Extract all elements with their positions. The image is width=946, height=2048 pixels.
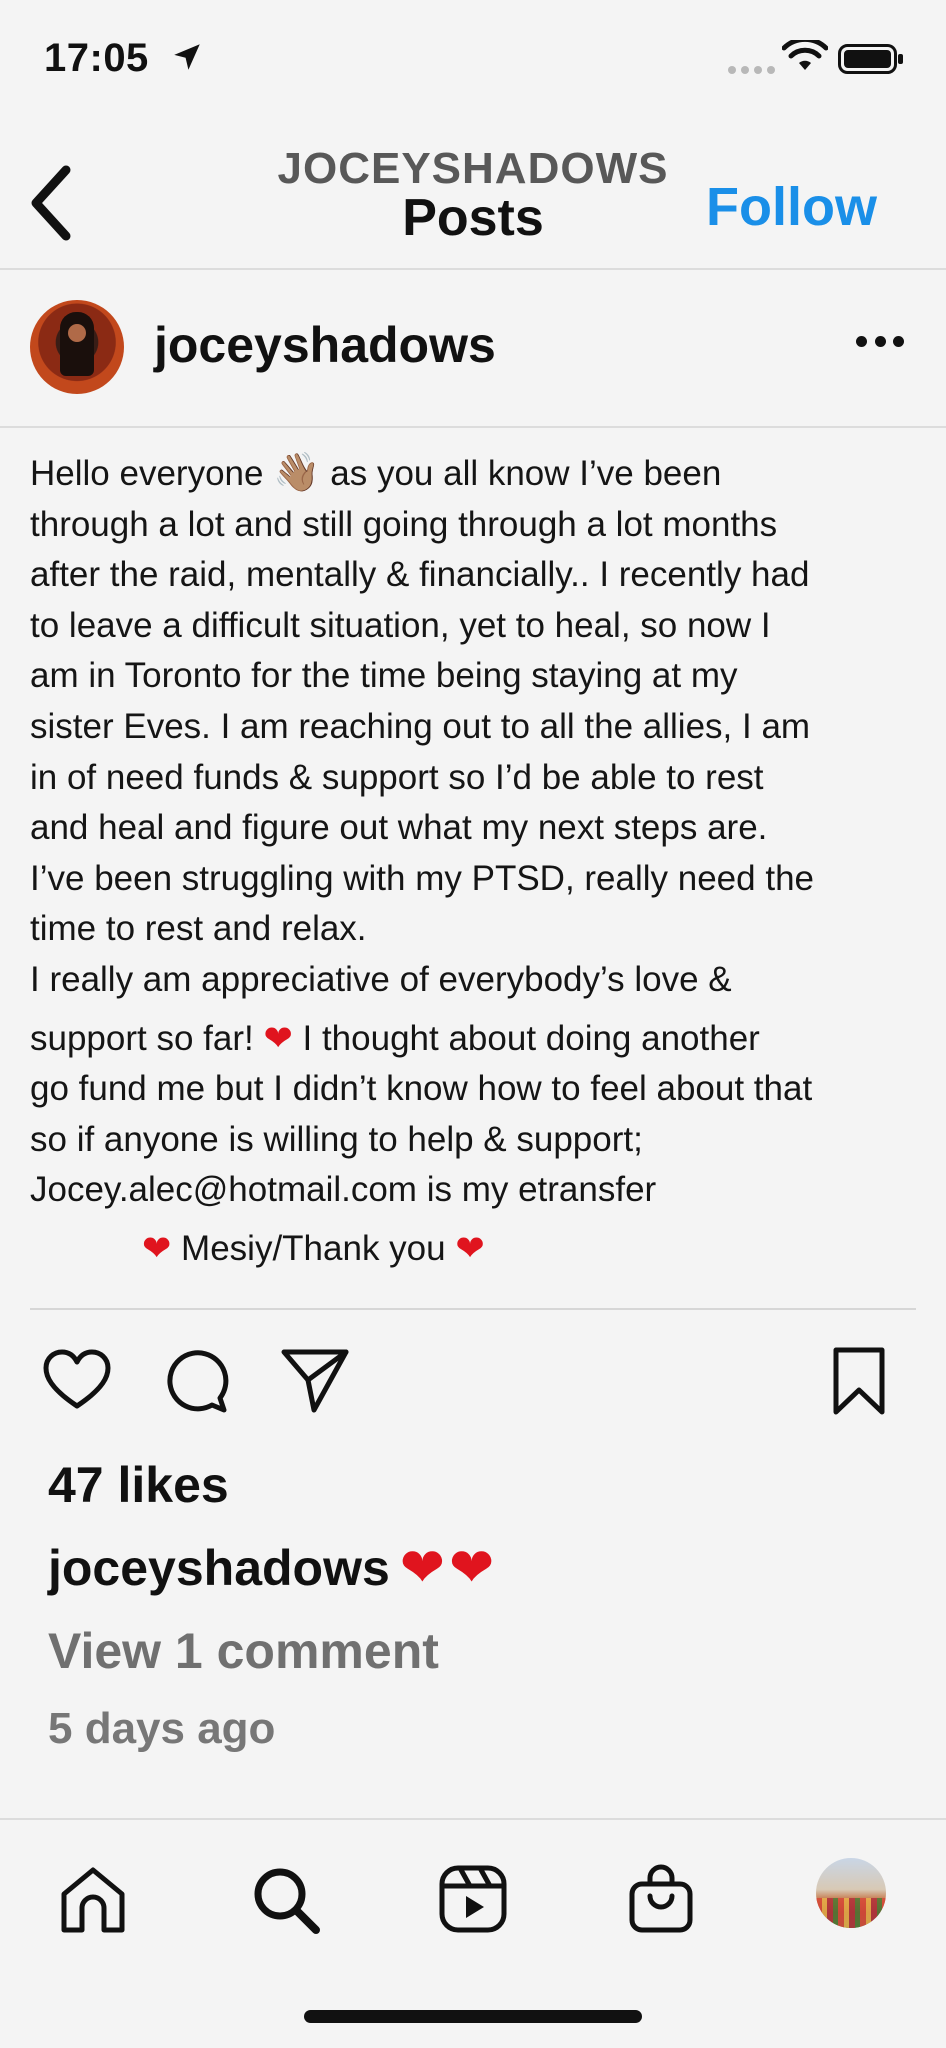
body-line: through a lot and still going through a …: [30, 504, 778, 544]
body-line: so if anyone is willing to help & suppor…: [30, 1119, 643, 1159]
heart-emoji: ❤: [455, 1228, 485, 1268]
wifi-icon: [782, 40, 828, 70]
body-line: am in Toronto for the time being staying…: [30, 656, 738, 696]
battery-icon: [838, 44, 903, 74]
body-line: go fund me but I didn’t know how to feel…: [30, 1069, 813, 1109]
search-icon[interactable]: [248, 1862, 322, 1936]
body-line: Hello everyone 👋🏽 as you all know I’ve b…: [30, 452, 722, 494]
body-line: to leave a difficult situation, yet to h…: [30, 605, 771, 645]
post-header: joceyshadows: [0, 272, 946, 428]
post-body: Hello everyone 👋🏽 as you all know I’ve b…: [30, 448, 920, 1275]
shop-bag-icon[interactable]: [624, 1862, 698, 1936]
nav-header: JOCEYSHADOWS Posts Follow: [0, 130, 946, 270]
caption-username[interactable]: joceyshadows: [48, 1539, 390, 1597]
divider: [30, 1308, 916, 1310]
body-line: I’ve been struggling with my PTSD, reall…: [30, 858, 814, 898]
follow-button[interactable]: Follow: [706, 176, 877, 238]
comment-bubble-icon[interactable]: [160, 1344, 234, 1418]
profile-avatar[interactable]: [816, 1858, 886, 1928]
body-line: I really am appreciative of everybody’s …: [30, 959, 732, 999]
post-username[interactable]: joceyshadows: [154, 316, 496, 374]
location-arrow-icon: [174, 44, 200, 70]
post-timestamp: 5 days ago: [48, 1704, 276, 1753]
body-line: in of need funds & support so I’d be abl…: [30, 757, 764, 797]
heart-emoji: ❤: [263, 1018, 293, 1058]
body-line: after the raid, mentally & financially..…: [30, 555, 810, 595]
heart-emoji: ❤❤: [399, 1538, 499, 1598]
waving-hand-emoji: 👋🏽: [273, 452, 321, 494]
body-line: Jocey.alec@hotmail.com is my etransfer: [30, 1170, 657, 1210]
instagram-post-screen: 17:05 JOCEYSHADOWS Posts Follow joceysha…: [0, 0, 946, 2048]
body-line: ❤ Mesiy/Thank you ❤: [142, 1228, 485, 1268]
signal-icon: [728, 66, 775, 74]
status-time: 17:05: [44, 36, 149, 80]
heart-outline-icon[interactable]: [40, 1344, 114, 1418]
bookmark-icon[interactable]: [822, 1344, 896, 1418]
more-horizontal-icon[interactable]: [856, 336, 904, 350]
home-indicator: [304, 2010, 642, 2023]
reels-icon[interactable]: [436, 1862, 510, 1936]
avatar[interactable]: [30, 300, 124, 394]
heart-emoji: ❤: [142, 1228, 172, 1268]
body-line: time to rest and relax.: [30, 909, 367, 949]
body-line: support so far! ❤ I thought about doing …: [30, 1018, 760, 1058]
post-actions: [0, 1344, 946, 1444]
body-line: and heal and figure out what my next ste…: [30, 808, 768, 848]
status-bar: 17:05: [0, 0, 946, 120]
body-line: sister Eves. I am reaching out to all th…: [30, 706, 811, 746]
likes-count[interactable]: 47 likes: [48, 1456, 229, 1514]
paper-plane-icon[interactable]: [278, 1344, 352, 1418]
caption: joceyshadows ❤❤: [48, 1536, 498, 1599]
home-icon[interactable]: [56, 1862, 130, 1936]
view-comments-link[interactable]: View 1 comment: [48, 1622, 439, 1680]
tab-bar: [0, 1818, 946, 2048]
